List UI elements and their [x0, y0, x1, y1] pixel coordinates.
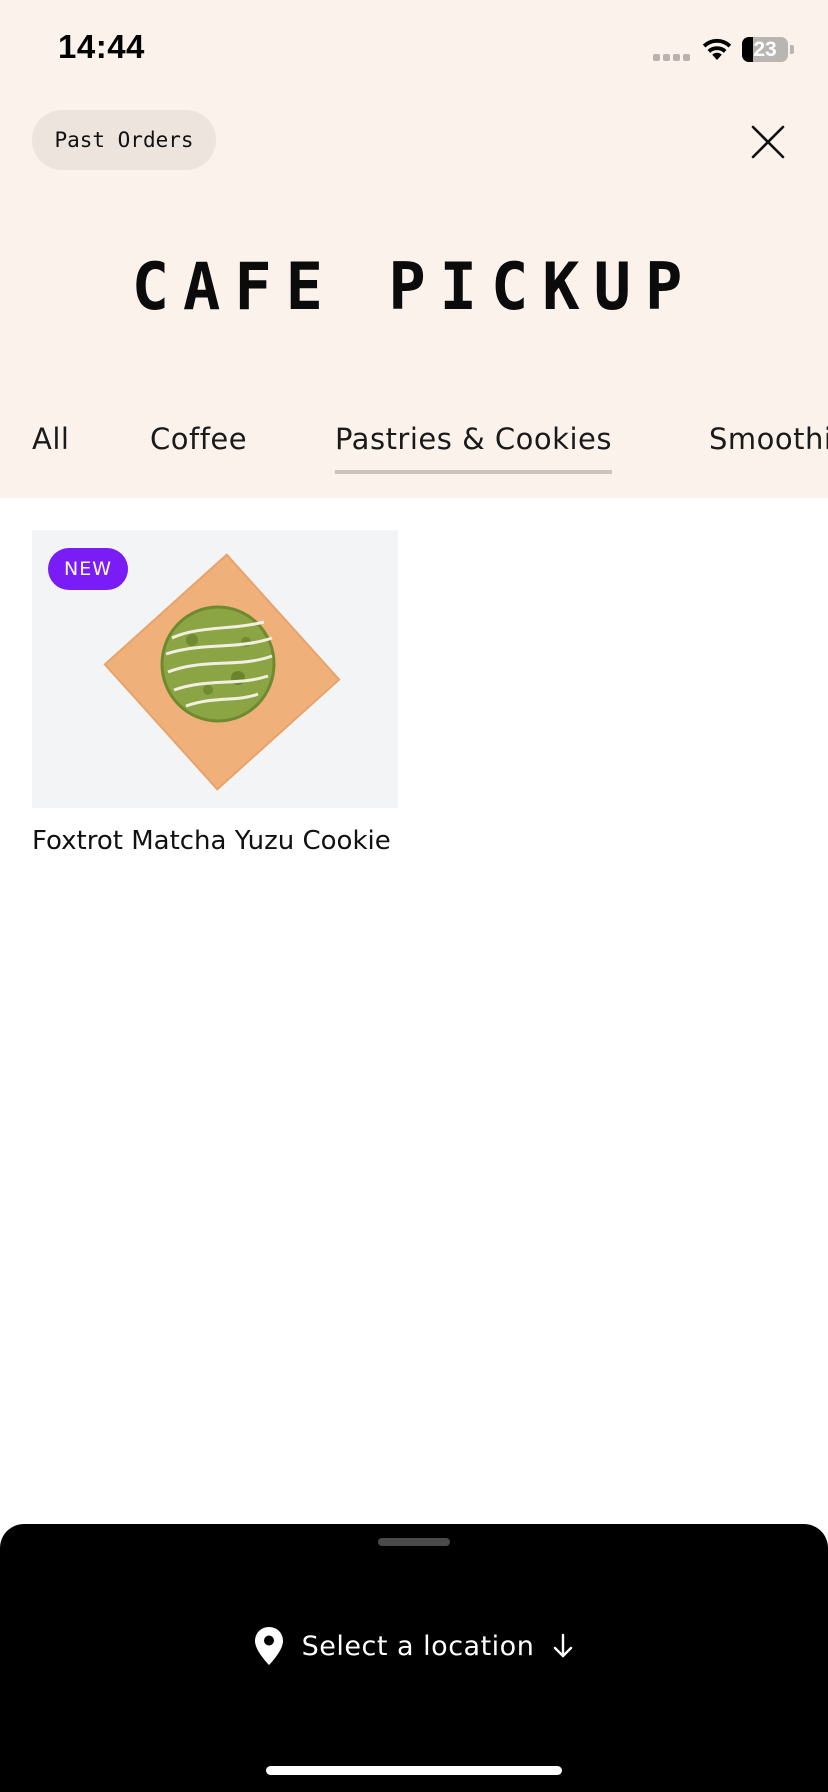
- sheet-drag-handle[interactable]: [378, 1538, 450, 1546]
- select-location-button[interactable]: Select a location: [0, 1604, 828, 1688]
- app-screen: 14:44 23 Past Orders CAFE PICKUP All Cof…: [0, 0, 828, 1792]
- past-orders-button[interactable]: Past Orders: [32, 110, 216, 170]
- tab-pastries-cookies[interactable]: Pastries & Cookies: [335, 422, 612, 474]
- brand-logo-title: CAFE PICKUP: [131, 248, 697, 325]
- wifi-icon: [702, 38, 732, 60]
- location-bottom-sheet: Select a location: [0, 1524, 828, 1792]
- select-location-label: Select a location: [301, 1630, 535, 1662]
- home-indicator[interactable]: [266, 1766, 562, 1775]
- arrow-down-icon: [554, 1633, 573, 1658]
- status-time: 14:44: [58, 28, 145, 65]
- category-tabs: All Coffee Pastries & Cookies Smoothies: [0, 422, 828, 482]
- battery-cap: [790, 45, 794, 54]
- product-name: Foxtrot Matcha Yuzu Cookie: [32, 826, 391, 856]
- tab-coffee[interactable]: Coffee: [150, 422, 247, 456]
- tab-smoothies[interactable]: Smoothies: [709, 422, 828, 456]
- location-pin-icon: [254, 1627, 283, 1665]
- battery-icon: 23: [742, 37, 788, 62]
- product-image: NEW: [32, 530, 398, 808]
- product-card[interactable]: NEW Foxtrot Matcha Yuzu Cookie: [32, 530, 398, 856]
- battery-percentage: 23: [753, 38, 777, 61]
- new-badge: NEW: [48, 548, 128, 590]
- menu-header-area: 14:44 23 Past Orders CAFE PICKUP All Cof…: [0, 0, 828, 498]
- tab-all[interactable]: All: [32, 422, 69, 456]
- cellular-signal-icon: [653, 54, 690, 61]
- close-icon[interactable]: [748, 122, 788, 162]
